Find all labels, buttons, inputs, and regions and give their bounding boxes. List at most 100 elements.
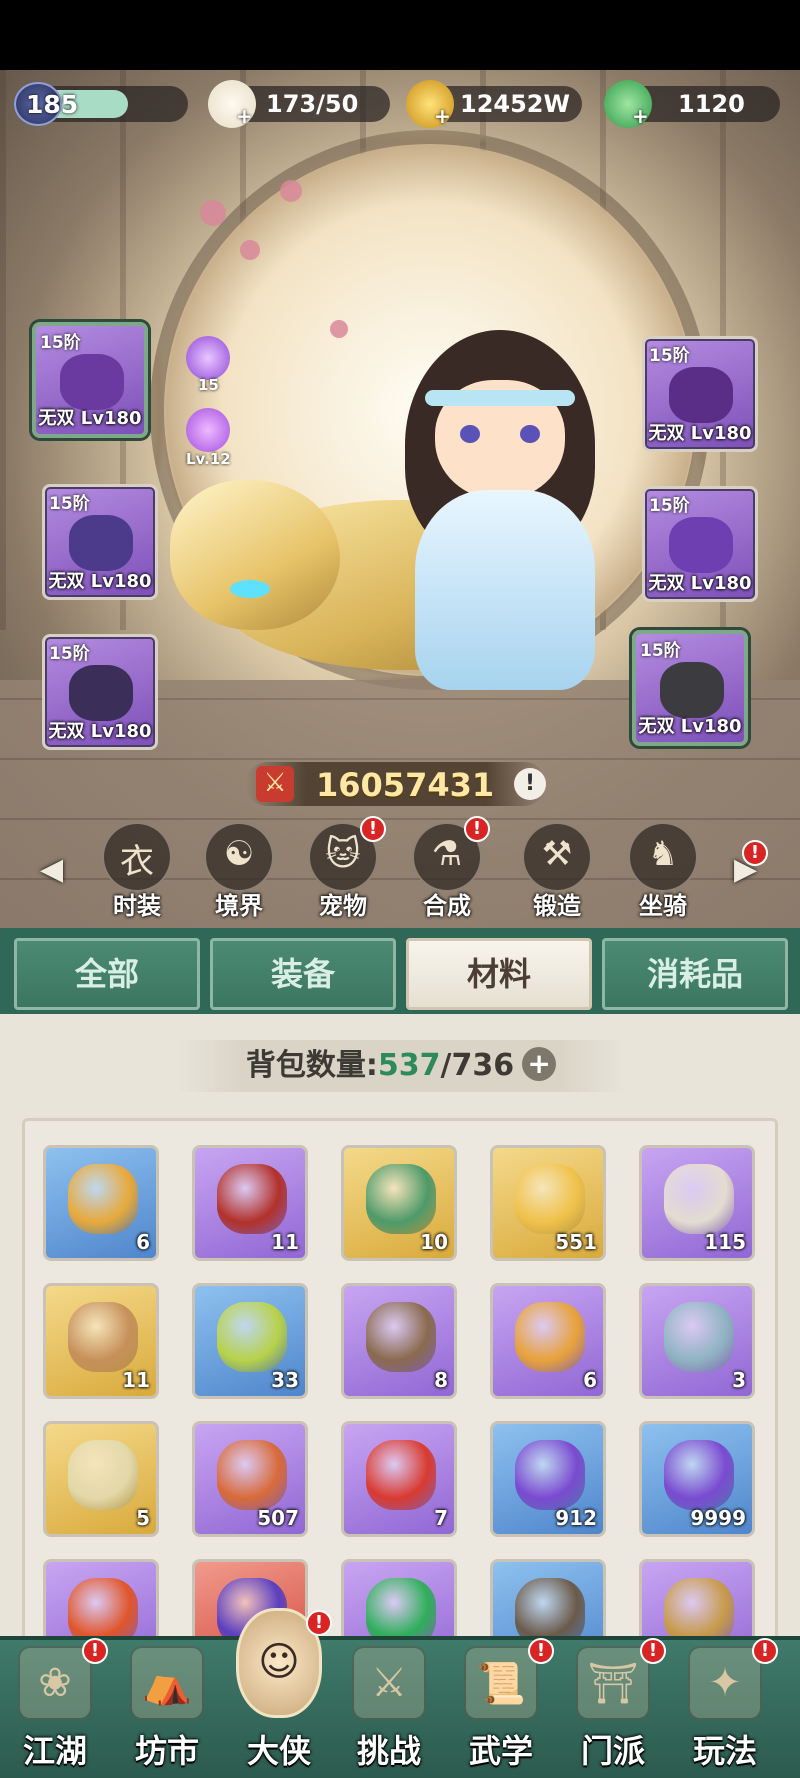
nav-sect[interactable]: ⛩ 门派! bbox=[558, 1638, 668, 1776]
equip-slot-boots[interactable]: 15阶 无双 Lv180 bbox=[632, 630, 748, 746]
slot-level: 无双 Lv180 bbox=[48, 571, 152, 592]
level-bar[interactable]: 185 bbox=[14, 82, 188, 126]
notification-badge: ! bbox=[306, 1610, 332, 1636]
gem-level: Lv.12 bbox=[186, 450, 231, 468]
equip-slot-pendant[interactable]: 15阶 无双 Lv180 bbox=[642, 486, 758, 602]
tab-consumables[interactable]: 消耗品 bbox=[602, 938, 788, 1010]
spirit-flame-icon[interactable] bbox=[186, 408, 230, 452]
item-quantity: 10 bbox=[420, 1230, 448, 1254]
equip-slot-bracer[interactable]: 15阶 无双 Lv180 bbox=[642, 336, 758, 452]
func-label: 坐骑 bbox=[639, 892, 687, 920]
slot-level: 无双 Lv180 bbox=[648, 573, 752, 594]
scroll-case-icon bbox=[68, 1440, 138, 1510]
tab-materials[interactable]: 材料 bbox=[406, 938, 592, 1010]
func-pet[interactable]: 🐱 宠物 ! bbox=[300, 816, 386, 922]
gameplay-icon: ✦ bbox=[688, 1646, 762, 1720]
inventory-item[interactable]: 11 bbox=[43, 1283, 159, 1399]
nav-label: 江湖 bbox=[22, 1732, 87, 1770]
func-label: 时装 bbox=[113, 892, 161, 920]
item-quantity: 6 bbox=[583, 1368, 597, 1392]
fruit-icon bbox=[217, 1302, 287, 1372]
inventory-item[interactable]: 33 bbox=[192, 1283, 308, 1399]
scroll-left-arrow-icon[interactable]: ◀ bbox=[40, 852, 63, 887]
equip-slot-fan[interactable]: 15阶 无双 Lv180 bbox=[32, 322, 148, 438]
inventory-item[interactable]: 507 bbox=[192, 1421, 308, 1537]
func-label: 境界 bbox=[215, 892, 263, 920]
inventory-item[interactable]: 912 bbox=[490, 1421, 606, 1537]
func-realm[interactable]: ☯ 境界 bbox=[196, 822, 282, 922]
item-quantity: 507 bbox=[257, 1506, 299, 1530]
nav-hero-portrait[interactable]: ☺ 大侠! bbox=[224, 1608, 334, 1776]
nav-challenge[interactable]: ⚔ 挑战 bbox=[334, 1646, 444, 1776]
slot-level: 无双 Lv180 bbox=[38, 408, 142, 429]
nav-martial-arts[interactable]: 📜 武学! bbox=[446, 1638, 556, 1776]
flower-basket-icon bbox=[68, 1164, 138, 1234]
nav-gameplay[interactable]: ✦ 玩法! bbox=[670, 1638, 780, 1776]
nav-label: 武学 bbox=[468, 1732, 533, 1770]
nav-market[interactable]: ⛺ 坊市 bbox=[112, 1646, 222, 1776]
combat-power-value: 16057431 bbox=[316, 766, 495, 804]
tab-all[interactable]: 全部 bbox=[14, 938, 200, 1010]
jade-ornament-icon bbox=[366, 1164, 436, 1234]
equip-slot-robe[interactable]: 15阶 无双 Lv180 bbox=[42, 634, 158, 750]
jade-bar[interactable]: + 1120 bbox=[604, 80, 780, 128]
inventory-item[interactable]: 6 bbox=[490, 1283, 606, 1399]
inventory-item[interactable]: 551 bbox=[490, 1145, 606, 1261]
item-quantity: 6 bbox=[136, 1230, 150, 1254]
func-synthesis[interactable]: ⚗ 合成 ! bbox=[404, 816, 490, 922]
blossom bbox=[200, 200, 226, 226]
bag-max-count: /736 bbox=[440, 1048, 515, 1083]
inventory-item[interactable]: 3 bbox=[639, 1283, 755, 1399]
forge-icon: ⚒ bbox=[541, 834, 573, 874]
slot-level: 无双 Lv180 bbox=[48, 721, 152, 742]
berry-icon bbox=[515, 1440, 585, 1510]
boots-icon bbox=[660, 662, 724, 718]
expand-bag-button[interactable]: + bbox=[522, 1046, 557, 1081]
pendant-icon bbox=[669, 517, 733, 573]
item-quantity: 5 bbox=[136, 1506, 150, 1530]
market-icon: ⛺ bbox=[130, 1646, 204, 1720]
sack-icon bbox=[664, 1302, 734, 1372]
inventory-item[interactable]: 11 bbox=[192, 1145, 308, 1261]
inventory-item[interactable]: 7 bbox=[341, 1421, 457, 1537]
realm-icon: ☯ bbox=[223, 834, 255, 874]
slot-level: 无双 Lv180 bbox=[648, 423, 752, 444]
func-fashion[interactable]: 衣 时装 bbox=[94, 822, 180, 922]
sect-icon: ⛩ bbox=[576, 1646, 650, 1720]
slot-tier: 15阶 bbox=[49, 644, 90, 664]
crossed-swords-icon: ⚔ bbox=[256, 766, 294, 802]
item-quantity: 33 bbox=[271, 1368, 299, 1392]
slot-tier: 15阶 bbox=[49, 494, 90, 514]
jianghu-icon: ❀ bbox=[18, 1646, 92, 1720]
func-forge[interactable]: ⚒ 锻造 bbox=[514, 822, 600, 922]
inventory-item[interactable]: 115 bbox=[639, 1145, 755, 1261]
stamina-bar[interactable]: + 173/50 bbox=[208, 80, 390, 128]
nav-jianghu[interactable]: ❀ 江湖! bbox=[0, 1638, 110, 1776]
coins-bar[interactable]: + 12452W bbox=[406, 80, 582, 128]
slot-tier: 15阶 bbox=[640, 641, 681, 661]
add-stamina-button[interactable]: + bbox=[236, 106, 253, 126]
item-quantity: 11 bbox=[122, 1368, 150, 1392]
item-quantity: 9999 bbox=[690, 1506, 746, 1530]
bag-capacity-label: 背包数量: bbox=[245, 1048, 378, 1083]
add-coins-button[interactable]: + bbox=[434, 106, 451, 126]
pouch-icon bbox=[366, 1302, 436, 1372]
add-jade-button[interactable]: + bbox=[632, 106, 649, 126]
equip-slot-armor[interactable]: 15阶 无双 Lv180 bbox=[42, 484, 158, 600]
wine-jar-icon bbox=[217, 1164, 287, 1234]
item-grid: 6 11 10 551 115 11 33 8 6 3 5 507 7 912 9999 bbox=[22, 1118, 778, 1718]
power-info-button[interactable]: ! bbox=[514, 768, 546, 800]
item-quantity: 551 bbox=[555, 1230, 597, 1254]
inventory-item[interactable]: 9999 bbox=[639, 1421, 755, 1537]
inventory-item[interactable]: 10 bbox=[341, 1145, 457, 1261]
nav-label: 挑战 bbox=[356, 1732, 421, 1770]
scroll-icon bbox=[664, 1164, 734, 1234]
inventory-item[interactable]: 6 bbox=[43, 1145, 159, 1261]
tab-equipment[interactable]: 装备 bbox=[210, 938, 396, 1010]
inventory-item[interactable]: 8 bbox=[341, 1283, 457, 1399]
spirit-gem-icon[interactable] bbox=[186, 336, 230, 380]
inventory-item[interactable]: 5 bbox=[43, 1421, 159, 1537]
hero-character[interactable] bbox=[395, 320, 615, 700]
func-mount[interactable]: ♞ 坐骑 bbox=[620, 822, 706, 922]
item-quantity: 115 bbox=[704, 1230, 746, 1254]
